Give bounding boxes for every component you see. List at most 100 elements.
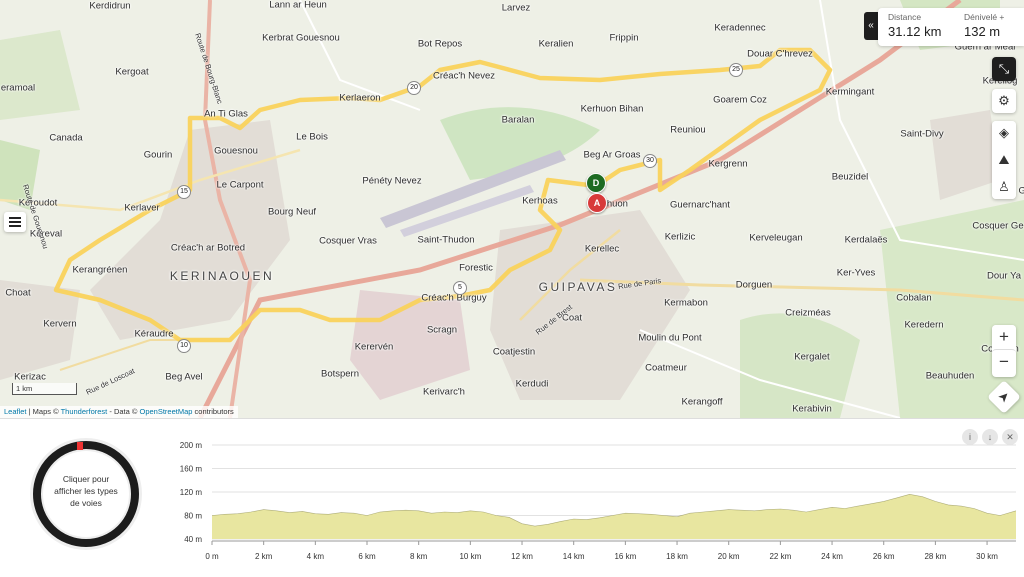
place-label: Kerellec [584, 243, 620, 255]
place-label: Cosquer Ge [972, 220, 1024, 232]
data-prefix: - Data © [109, 407, 138, 416]
collapse-stats-button[interactable]: « [864, 12, 878, 40]
route-stats: Distance 31.12 km Dénivelé + 132 m [878, 8, 1024, 46]
distance-marker: 30 [643, 154, 657, 168]
place-label: Forestic [459, 262, 493, 274]
zoom-out-button[interactable]: − [992, 349, 1016, 374]
elevation-panel: Cliquer pour afficher les types de voies… [0, 418, 1024, 577]
elevation-stat: Dénivelé + 132 m [964, 12, 1004, 39]
place-label: Pénéty Nevez [362, 175, 422, 187]
place-label: Gouesnou [214, 145, 258, 157]
distance-marker: 20 [407, 81, 421, 95]
distance-value: 31.12 km [888, 24, 942, 39]
place-label: Botspern [320, 368, 360, 380]
distance-marker: 25 [729, 63, 743, 77]
town-label: KERINAOUEN [169, 269, 275, 283]
map[interactable]: Kerdidrun Lann ar Heun Larvez Kerbrat Goues… [0, 0, 1024, 418]
place-label: Cobalan [896, 292, 932, 304]
menu-button[interactable] [4, 212, 26, 232]
x-tick-label: 28 km [924, 552, 946, 561]
fit-route-button[interactable]: ⤡ [992, 57, 1016, 81]
place-label: Beauhuden [925, 370, 975, 382]
place-label: Kerdidrun [89, 0, 131, 12]
place-label: Beg Avel [165, 371, 203, 383]
place-label: Kerveleugan [749, 232, 803, 244]
settings-button[interactable]: ⚙ [992, 89, 1016, 113]
distance-label: Distance [888, 12, 922, 22]
place-label: Lann ar Heun [269, 0, 327, 11]
x-tick-label: 30 km [976, 552, 998, 561]
place-label: Saint-Divy [900, 128, 944, 140]
zoom-in-button[interactable]: + [992, 325, 1016, 349]
x-tick-label: 18 km [666, 552, 688, 561]
place-label: Ker-Yves [836, 267, 876, 279]
zoom-controls: + − [992, 325, 1016, 377]
place-label: Kergalet [794, 351, 830, 363]
place-label: Creizméas [785, 307, 831, 319]
layers-button[interactable]: ◈ [992, 121, 1016, 145]
place-label: Kerangoff [681, 396, 723, 408]
place-label: Canada [49, 132, 83, 144]
town-label: GUIPAVAS [538, 280, 618, 294]
place-label: Frippin [609, 32, 639, 44]
x-tick-label: 0 m [205, 552, 219, 561]
pegman-button[interactable]: ♙ [992, 175, 1016, 199]
x-tick-label: 6 km [358, 552, 376, 561]
place-label: Kerangrénen [72, 264, 128, 276]
x-tick-label: 20 km [718, 552, 740, 561]
place-label: Kermabon [664, 297, 708, 309]
place-label: Douar C'hrevez [747, 48, 813, 60]
x-tick-label: 22 km [769, 552, 791, 561]
map-tools-group: ◈ ⛰ ♙ [992, 121, 1016, 199]
x-tick-label: 10 km [459, 552, 481, 561]
place-label: Kerervén [354, 341, 394, 353]
place-label: Kéraudre [134, 328, 174, 340]
x-tick-label: 4 km [307, 552, 325, 561]
gear-icon: ⚙ [998, 93, 1010, 108]
y-tick-label: 160 m [180, 465, 203, 474]
leaflet-link[interactable]: Leaflet [4, 407, 27, 416]
place-label: Bot Repos [417, 38, 463, 50]
place-label: Keralien [538, 38, 574, 50]
x-tick-label: 2 km [255, 552, 273, 561]
elevation-value: 132 m [964, 24, 1001, 39]
place-label: Dorguen [735, 279, 773, 291]
place-label: Kergrenn [708, 158, 748, 170]
thunderforest-link[interactable]: Thunderforest [61, 407, 108, 416]
place-label: Kerlaver [124, 202, 160, 214]
place-label: Cosquer Vras [319, 235, 377, 247]
place-label: An Ti Glas [204, 108, 248, 120]
place-label: Beuzidel [831, 171, 869, 183]
place-label: Kerhuon Bihan [580, 103, 644, 115]
elevation-chart[interactable]: 200 m 160 m 120 m 80 m 40 m0 m 2 km 4 km 6 km 8 … [0, 419, 1024, 577]
place-label: Kerbrat Gouesnou [262, 32, 340, 44]
y-tick-label: 40 m [184, 535, 202, 544]
place-label: Kerlizic [664, 231, 696, 243]
distance-marker: 10 [177, 339, 191, 353]
place-label: Keradennec [714, 22, 766, 34]
place-label: Moulin du Pont [638, 332, 702, 344]
y-tick-label: 120 m [180, 488, 203, 497]
end-marker[interactable]: A [587, 193, 607, 213]
layers-icon: ◈ [999, 125, 1009, 140]
map-attribution: Leaflet | Maps © Thunderforest - Data © … [0, 406, 238, 418]
start-marker[interactable]: D [586, 173, 606, 193]
openstreetmap-link[interactable]: OpenStreetMap [140, 407, 193, 416]
y-tick-label: 200 m [180, 441, 203, 450]
x-tick-label: 26 km [873, 552, 895, 561]
place-label: Créac'h ar Botred [170, 242, 246, 254]
place-label: Scragn [426, 324, 458, 336]
place-label: Larvez [501, 2, 531, 14]
fit-icon: ⤡ [998, 61, 1010, 76]
place-label: Choat [5, 287, 31, 299]
place-label: Kerdalaës [844, 234, 888, 246]
place-label: Le Carpont [216, 179, 264, 191]
elevation-label: Dénivelé + [964, 12, 1005, 22]
place-label: Kerivarc'h [423, 386, 465, 398]
terrain-button[interactable]: ⛰ [992, 148, 1016, 172]
maps-prefix: | Maps © [28, 407, 59, 416]
scale-label: 1 km [16, 384, 33, 393]
place-label: Goarem Coz [713, 94, 767, 106]
contributors-text: contributors [194, 407, 234, 416]
x-tick-label: 8 km [410, 552, 428, 561]
